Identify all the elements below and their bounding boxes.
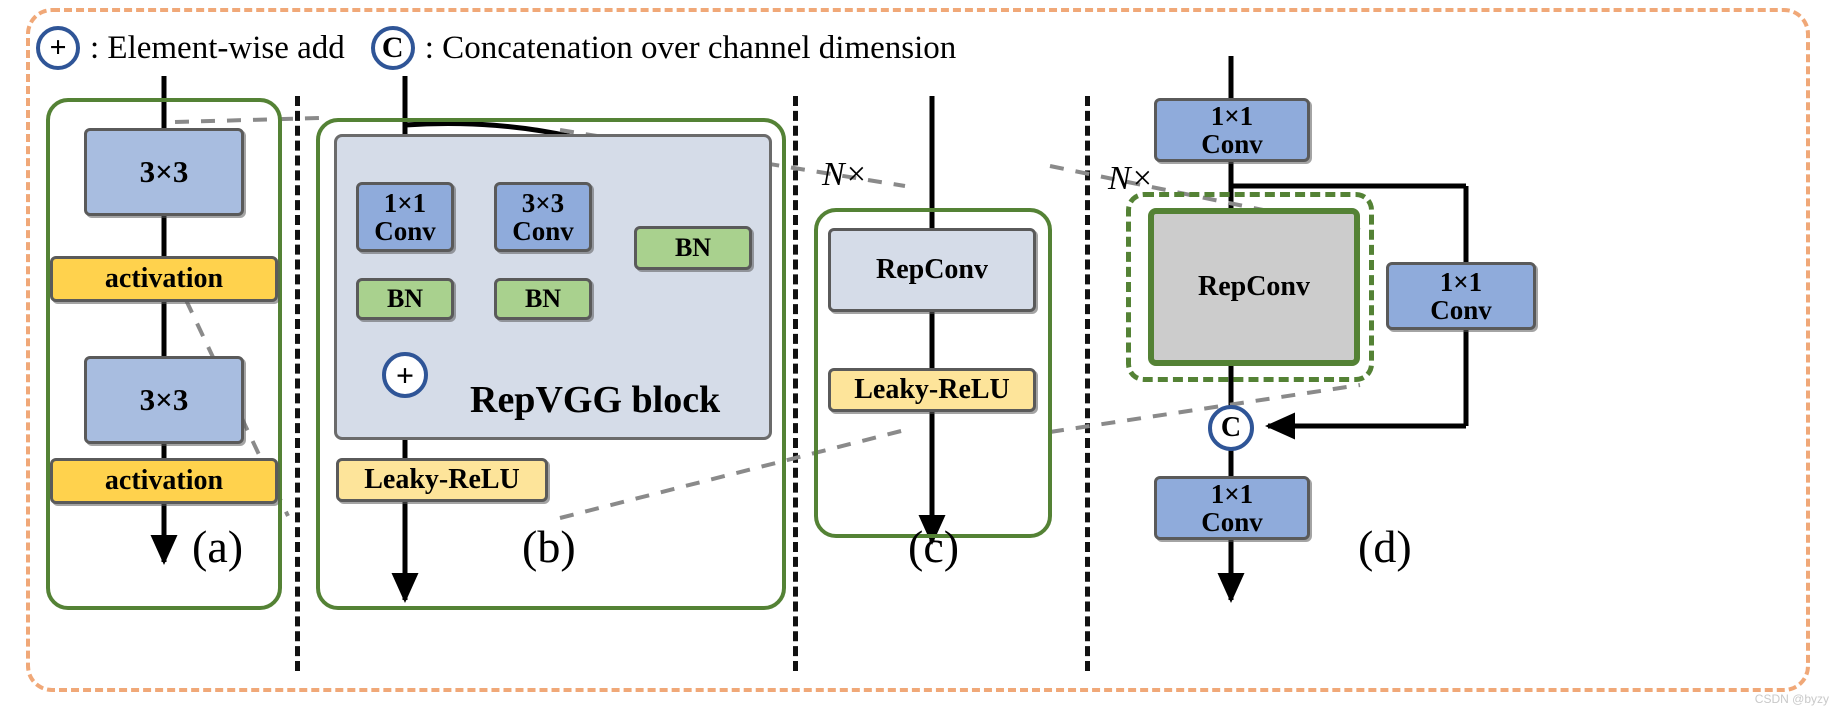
- repvgg-block-title: RepVGG block: [470, 379, 721, 421]
- legend: + : Element-wise add C : Concatenation o…: [36, 22, 982, 74]
- panel-d-repconv[interactable]: RepConv: [1148, 208, 1360, 366]
- panel-d-concat-node[interactable]: C: [1208, 405, 1254, 451]
- panel-b-bn-middle[interactable]: BN: [494, 278, 592, 320]
- node-label-line2: Conv: [512, 216, 574, 246]
- concat-circle-icon: C: [370, 26, 415, 70]
- panel-c-caption: (c): [908, 521, 960, 572]
- watermark: CSDN @byzy: [1754, 692, 1829, 706]
- panel-d-conv-1x1-bottom[interactable]: 1×1 Conv: [1154, 476, 1310, 540]
- figure-canvas: + : Element-wise add C : Concatenation o…: [0, 0, 1837, 712]
- panel-b-conv-1x1[interactable]: 1×1 Conv: [356, 182, 454, 252]
- panel-d-caption: (d): [1358, 521, 1412, 572]
- plus-circle-icon: +: [36, 26, 80, 70]
- panel-a-activation-bottom[interactable]: activation: [50, 458, 278, 504]
- node-label: Leaky-ReLU: [364, 464, 520, 496]
- separator-b-c: [793, 96, 798, 671]
- op-symbol: C: [1220, 412, 1242, 443]
- panel-b-add-node[interactable]: +: [382, 352, 428, 398]
- separator-c-d: [1085, 96, 1090, 671]
- op-symbol: +: [395, 356, 415, 393]
- node-label-line2: Conv: [374, 216, 436, 246]
- node-label: 3×3: [139, 153, 189, 189]
- node-label: BN: [524, 284, 562, 314]
- panel-a-activation-top[interactable]: activation: [50, 256, 278, 302]
- node-label-line1: 1×1: [1210, 100, 1254, 131]
- panel-c-repconv[interactable]: RepConv: [828, 228, 1036, 312]
- panel-b-caption: (b): [522, 521, 576, 572]
- legend-add-label: : Element-wise add: [90, 29, 345, 66]
- panel-d-conv-1x1-top[interactable]: 1×1 Conv: [1154, 98, 1310, 162]
- node-label-line1: 1×1: [1210, 478, 1254, 509]
- panel-c-repeat-label: N×: [822, 156, 868, 193]
- node-label-line2: Conv: [1201, 129, 1263, 159]
- panel-b-bn-left[interactable]: BN: [356, 278, 454, 320]
- separator-a-b: [295, 96, 300, 671]
- panel-a-caption: (a): [192, 521, 244, 572]
- panel-b-conv-3x3[interactable]: 3×3 Conv: [494, 182, 592, 252]
- node-label: RepConv: [875, 254, 988, 286]
- node-label-line1: 3×3: [521, 187, 565, 218]
- node-label: activation: [104, 263, 224, 295]
- node-label: Leaky-ReLU: [854, 374, 1010, 406]
- node-label: RepConv: [1197, 271, 1310, 302]
- node-label-line2: Conv: [1430, 295, 1492, 325]
- legend-concat-label: : Concatenation over channel dimension: [424, 29, 957, 66]
- node-label: 3×3: [139, 381, 189, 417]
- panel-a-conv-3x3-bottom[interactable]: 3×3: [84, 356, 244, 444]
- panel-d-conv-1x1-right[interactable]: 1×1 Conv: [1386, 262, 1536, 330]
- node-label: activation: [104, 465, 224, 497]
- node-label-line1: 1×1: [1439, 266, 1483, 297]
- panel-c-leaky-relu[interactable]: Leaky-ReLU: [828, 368, 1036, 412]
- node-label: BN: [674, 233, 712, 263]
- panel-a-conv-3x3-top[interactable]: 3×3: [84, 128, 244, 216]
- node-label: BN: [386, 284, 424, 314]
- node-label-line1: 1×1: [383, 187, 427, 218]
- panel-b-bn-right[interactable]: BN: [634, 226, 752, 270]
- panel-b-leaky-relu[interactable]: Leaky-ReLU: [336, 458, 548, 502]
- node-label-line2: Conv: [1201, 507, 1263, 537]
